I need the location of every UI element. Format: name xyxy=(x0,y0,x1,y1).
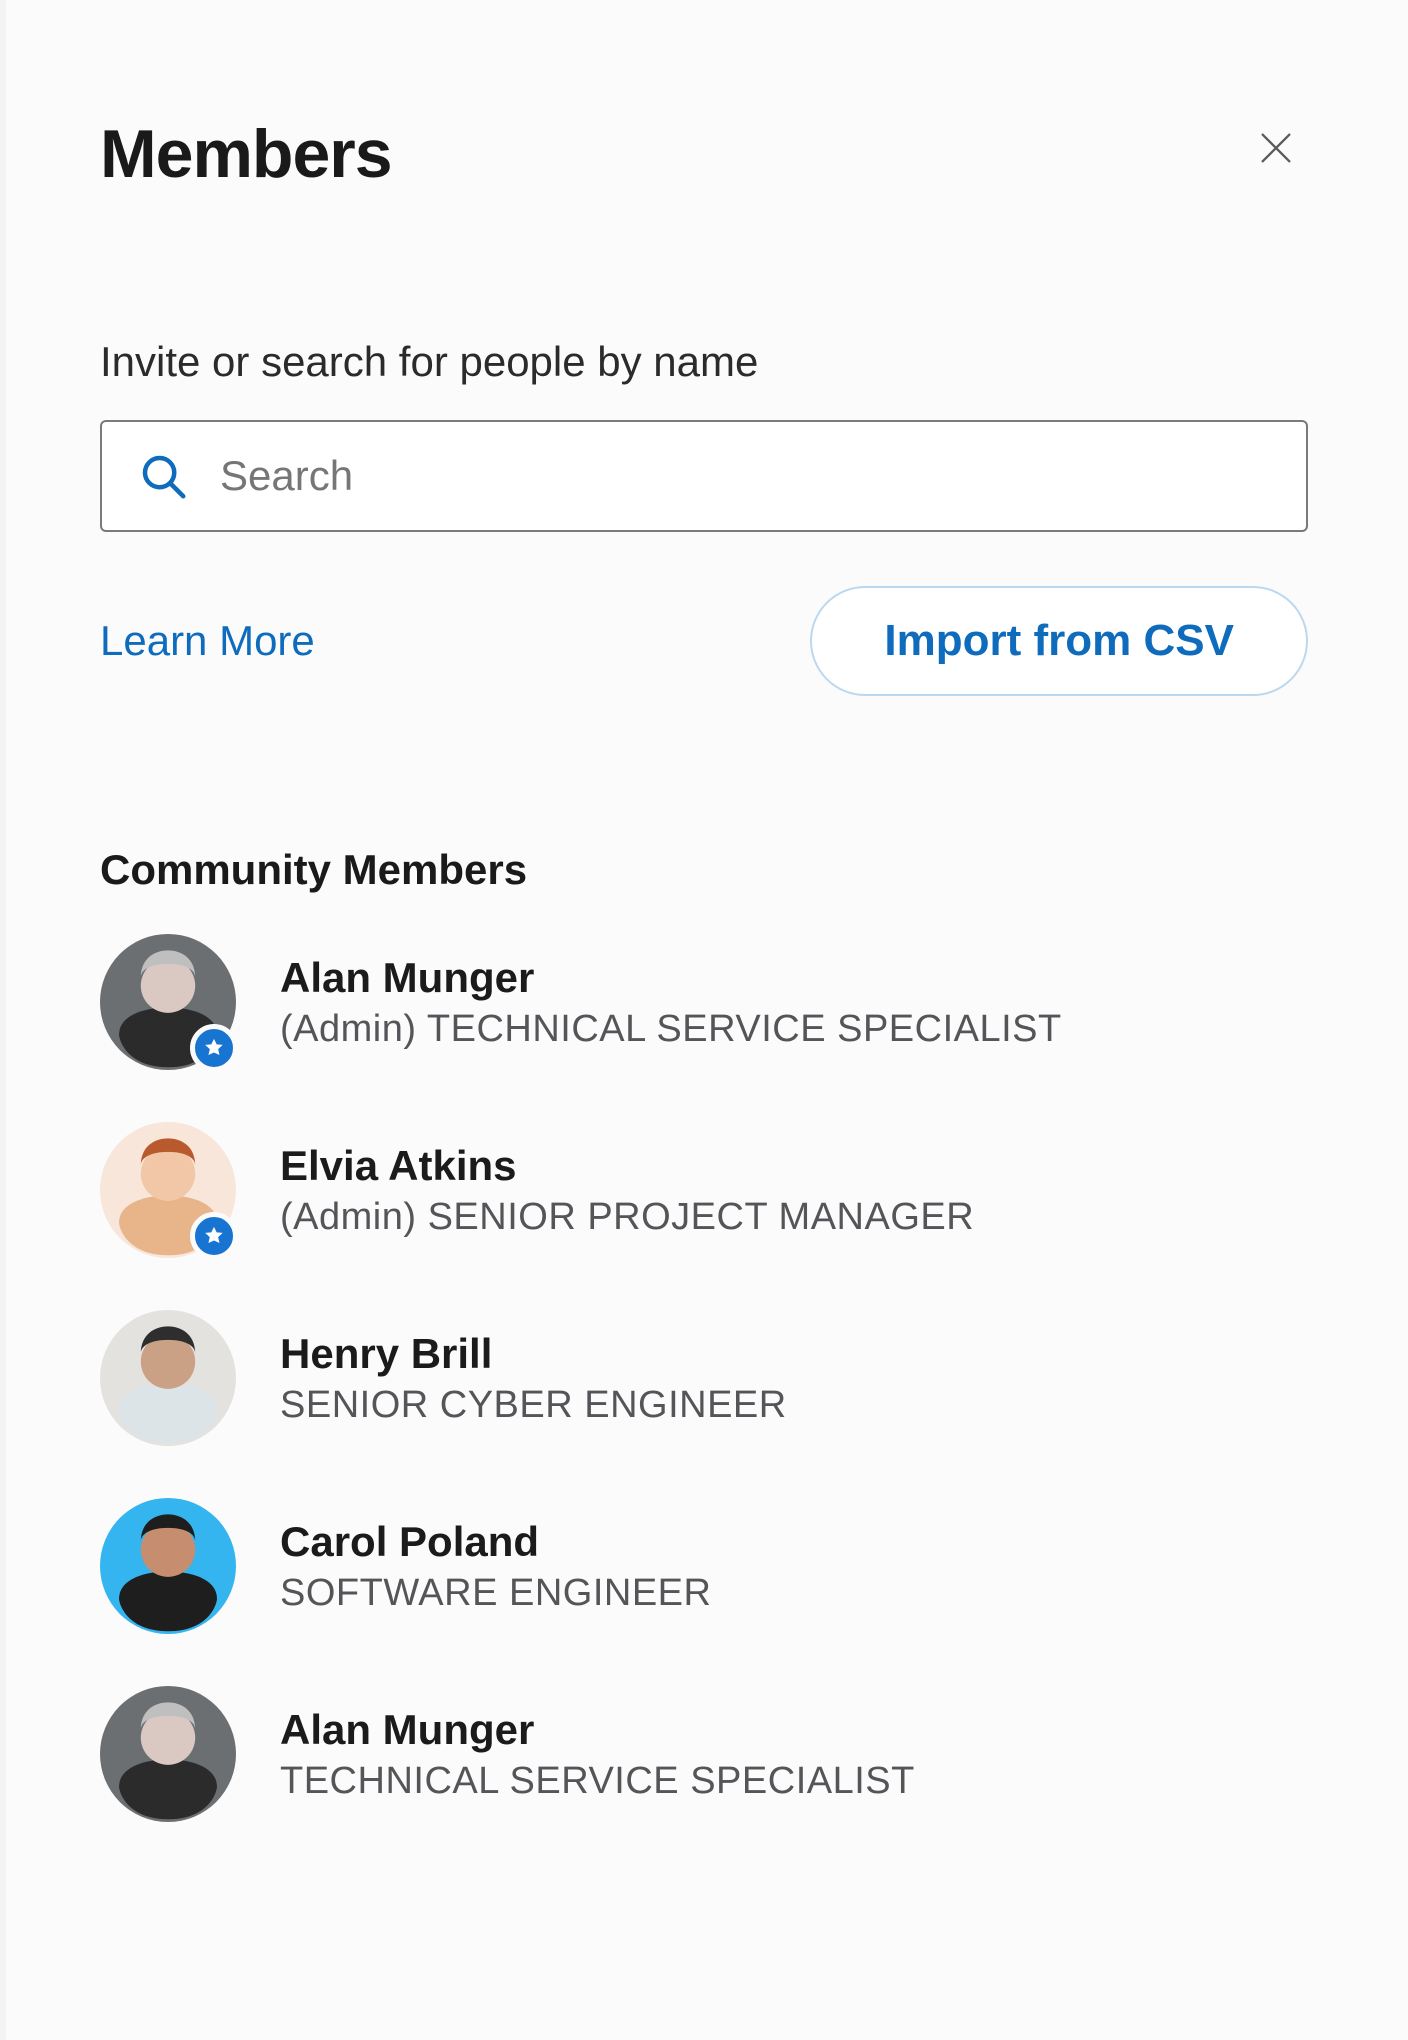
avatar xyxy=(100,1686,236,1822)
member-text: Carol Poland SOFTWARE ENGINEER xyxy=(280,1518,711,1615)
avatar-image xyxy=(100,1498,236,1634)
avatar-image xyxy=(100,1686,236,1822)
member-name: Henry Brill xyxy=(280,1330,787,1378)
admin-badge xyxy=(190,1024,238,1072)
member-row[interactable]: Henry Brill SENIOR CYBER ENGINEER xyxy=(100,1310,1308,1446)
star-icon xyxy=(203,1225,225,1247)
avatar xyxy=(100,934,236,1070)
member-role: (Admin) SENIOR PROJECT MANAGER xyxy=(280,1196,974,1239)
search-input[interactable] xyxy=(218,421,1272,531)
avatar xyxy=(100,1310,236,1446)
members-panel: Members Invite or search for people by n… xyxy=(0,0,1408,2040)
close-icon xyxy=(1256,128,1296,168)
member-text: Elvia Atkins (Admin) SENIOR PROJECT MANAG… xyxy=(280,1142,974,1239)
member-text: Henry Brill SENIOR CYBER ENGINEER xyxy=(280,1330,787,1427)
page-title: Members xyxy=(100,120,392,188)
search-actions: Learn More Import from CSV xyxy=(100,586,1308,696)
import-csv-button[interactable]: Import from CSV xyxy=(810,586,1308,696)
avatar xyxy=(100,1122,236,1258)
member-name: Carol Poland xyxy=(280,1518,711,1566)
member-row[interactable]: Carol Poland SOFTWARE ENGINEER xyxy=(100,1498,1308,1634)
learn-more-link[interactable]: Learn More xyxy=(100,617,315,665)
member-role: SENIOR CYBER ENGINEER xyxy=(280,1384,787,1427)
avatar xyxy=(100,1498,236,1634)
search-field-wrapper[interactable] xyxy=(100,420,1308,532)
avatar-image xyxy=(100,1310,236,1446)
member-list: Alan Munger (Admin) TECHNICAL SERVICE SPE… xyxy=(100,934,1308,1822)
member-role: (Admin) TECHNICAL SERVICE SPECIALIST xyxy=(280,1008,1062,1051)
panel-header: Members xyxy=(100,120,1308,188)
admin-badge xyxy=(190,1212,238,1260)
member-text: Alan Munger (Admin) TECHNICAL SERVICE SPE… xyxy=(280,954,1062,1051)
member-row[interactable]: Alan Munger TECHNICAL SERVICE SPECIALIST xyxy=(100,1686,1308,1822)
search-icon xyxy=(136,449,190,503)
member-name: Alan Munger xyxy=(280,1706,915,1754)
member-row[interactable]: Elvia Atkins (Admin) SENIOR PROJECT MANAG… xyxy=(100,1122,1308,1258)
member-role: TECHNICAL SERVICE SPECIALIST xyxy=(280,1760,915,1803)
member-name: Alan Munger xyxy=(280,954,1062,1002)
member-text: Alan Munger TECHNICAL SERVICE SPECIALIST xyxy=(280,1706,915,1803)
member-role: SOFTWARE ENGINEER xyxy=(280,1572,711,1615)
member-name: Elvia Atkins xyxy=(280,1142,974,1190)
search-section: Invite or search for people by name Lear… xyxy=(100,338,1308,696)
search-label: Invite or search for people by name xyxy=(100,338,1308,386)
member-row[interactable]: Alan Munger (Admin) TECHNICAL SERVICE SPE… xyxy=(100,934,1308,1070)
members-heading: Community Members xyxy=(100,846,1308,894)
close-button[interactable] xyxy=(1244,116,1308,180)
star-icon xyxy=(203,1037,225,1059)
